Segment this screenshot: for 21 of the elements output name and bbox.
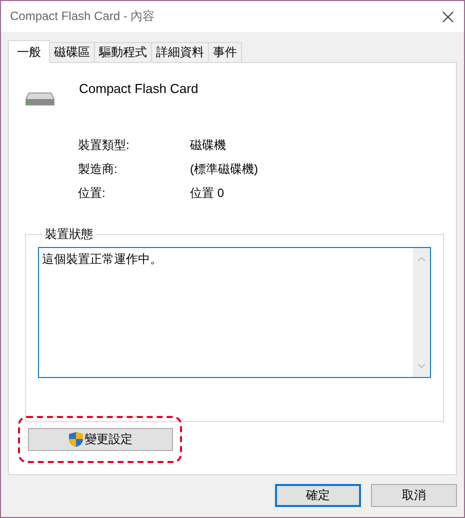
group-title: 裝置狀態: [44, 226, 94, 243]
property-label: 位置:: [78, 185, 106, 202]
device-name: Compact Flash Card: [79, 81, 198, 96]
close-icon[interactable]: [442, 10, 454, 22]
tab[interactable]: 事件: [208, 42, 242, 62]
property-label: 製造商:: [78, 161, 118, 178]
property-label: 裝置類型:: [78, 137, 130, 154]
property-value: 位置 0: [190, 185, 226, 202]
shield-icon: [68, 431, 84, 448]
tab[interactable]: 一般: [8, 40, 50, 63]
drive-icon: [25, 91, 55, 107]
scroll-up-icon[interactable]: [417, 256, 426, 262]
scroll-down-icon[interactable]: [417, 363, 426, 369]
property-value: 磁碟機: [190, 137, 227, 154]
ok-button[interactable]: 確定: [275, 484, 361, 507]
scrollbar[interactable]: [413, 248, 430, 377]
window-title: Compact Flash Card - 內容: [10, 8, 155, 25]
change-settings-button[interactable]: 變更設定: [28, 428, 172, 451]
status-text-field[interactable]: 這個裝置正常運作中。: [38, 247, 431, 378]
property-value: (標準磁碟機): [190, 161, 259, 178]
cancel-button[interactable]: 取消: [371, 484, 457, 507]
